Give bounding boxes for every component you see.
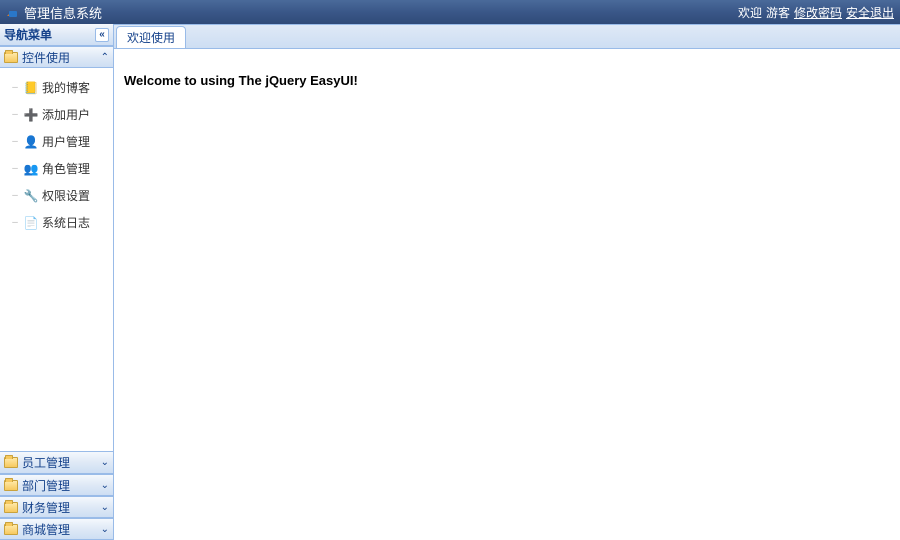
accordion-header-controls[interactable]: 控件使用 ⌃ bbox=[0, 46, 113, 68]
chevron-down-icon: ⌄ bbox=[101, 524, 109, 535]
folder-icon bbox=[4, 524, 18, 535]
sidebar: 导航菜单 « 控件使用 ⌃ – 📒 我的博客 – ➕ 添加用户 – bbox=[0, 24, 114, 540]
accordion-body-controls: – 📒 我的博客 – ➕ 添加用户 – 👤 用户管理 – 👥 角色管理 – bbox=[0, 68, 113, 451]
current-user: 游客 bbox=[766, 4, 790, 21]
sidebar-title: 导航菜单 bbox=[4, 26, 52, 43]
perm-icon: 🔧 bbox=[24, 189, 38, 203]
accordion-header-finance[interactable]: 财务管理 ⌄ bbox=[0, 496, 113, 518]
app-title: 管理信息系统 bbox=[24, 3, 102, 22]
accordion-label: 部门管理 bbox=[22, 477, 70, 494]
chevron-down-icon: ⌄ bbox=[101, 480, 109, 491]
log-icon: 📄 bbox=[24, 216, 38, 230]
logout-link[interactable]: 安全退出 bbox=[846, 4, 894, 21]
tab-label: 欢迎使用 bbox=[127, 29, 175, 46]
accordion-header-dept[interactable]: 部门管理 ⌄ bbox=[0, 474, 113, 496]
sidebar-item-role-mgmt[interactable]: – 👥 角色管理 bbox=[8, 155, 113, 182]
sidebar-item-user-mgmt[interactable]: – 👤 用户管理 bbox=[8, 128, 113, 155]
sidebar-item-permissions[interactable]: – 🔧 权限设置 bbox=[8, 182, 113, 209]
accordion-label: 财务管理 bbox=[22, 499, 70, 516]
welcome-prefix: 欢迎 bbox=[738, 4, 762, 21]
content-area: Welcome to using The jQuery EasyUI! bbox=[114, 49, 900, 540]
sidebar-item-add-user[interactable]: – ➕ 添加用户 bbox=[8, 101, 113, 128]
main-area: 欢迎使用 Welcome to using The jQuery EasyUI! bbox=[114, 24, 900, 540]
chevron-down-icon: ⌄ bbox=[101, 502, 109, 513]
sidebar-item-label: 权限设置 bbox=[42, 187, 90, 204]
accordion-label: 商城管理 bbox=[22, 521, 70, 538]
welcome-text: Welcome to using The jQuery EasyUI! bbox=[124, 73, 358, 88]
sidebar-item-blog[interactable]: – 📒 我的博客 bbox=[8, 74, 113, 101]
user-icon: 👤 bbox=[24, 135, 38, 149]
sidebar-collapse-button[interactable]: « bbox=[95, 28, 109, 42]
folder-icon bbox=[4, 52, 18, 63]
tab-bar: 欢迎使用 bbox=[114, 25, 900, 49]
app-logo-icon bbox=[6, 5, 20, 19]
blog-icon: 📒 bbox=[24, 81, 38, 95]
folder-icon bbox=[4, 502, 18, 513]
app-title-wrap: 管理信息系统 bbox=[6, 3, 102, 22]
folder-icon bbox=[4, 457, 18, 468]
header-right: 欢迎 游客 修改密码 安全退出 bbox=[738, 4, 894, 21]
sidebar-item-label: 添加用户 bbox=[42, 106, 90, 123]
add-user-icon: ➕ bbox=[24, 108, 38, 122]
app-header: 管理信息系统 欢迎 游客 修改密码 安全退出 bbox=[0, 0, 900, 24]
accordion-footer: 员工管理 ⌄ 部门管理 ⌄ 财务管理 ⌄ bbox=[0, 451, 113, 540]
sidebar-item-label: 系统日志 bbox=[42, 214, 90, 231]
sidebar-item-syslog[interactable]: – 📄 系统日志 bbox=[8, 209, 113, 236]
folder-icon bbox=[4, 480, 18, 491]
sidebar-header: 导航菜单 « bbox=[0, 24, 113, 46]
sidebar-item-label: 角色管理 bbox=[42, 160, 90, 177]
tab-welcome[interactable]: 欢迎使用 bbox=[116, 26, 186, 48]
accordion-label: 员工管理 bbox=[22, 454, 70, 471]
change-password-link[interactable]: 修改密码 bbox=[794, 4, 842, 21]
accordion-label: 控件使用 bbox=[22, 49, 70, 66]
sidebar-item-label: 我的博客 bbox=[42, 79, 90, 96]
chevron-up-icon: ⌃ bbox=[101, 52, 109, 63]
accordion-header-staff[interactable]: 员工管理 ⌄ bbox=[0, 452, 113, 474]
sidebar-item-label: 用户管理 bbox=[42, 133, 90, 150]
role-icon: 👥 bbox=[24, 162, 38, 176]
accordion-header-mall[interactable]: 商城管理 ⌄ bbox=[0, 518, 113, 540]
chevron-down-icon: ⌄ bbox=[101, 457, 109, 468]
